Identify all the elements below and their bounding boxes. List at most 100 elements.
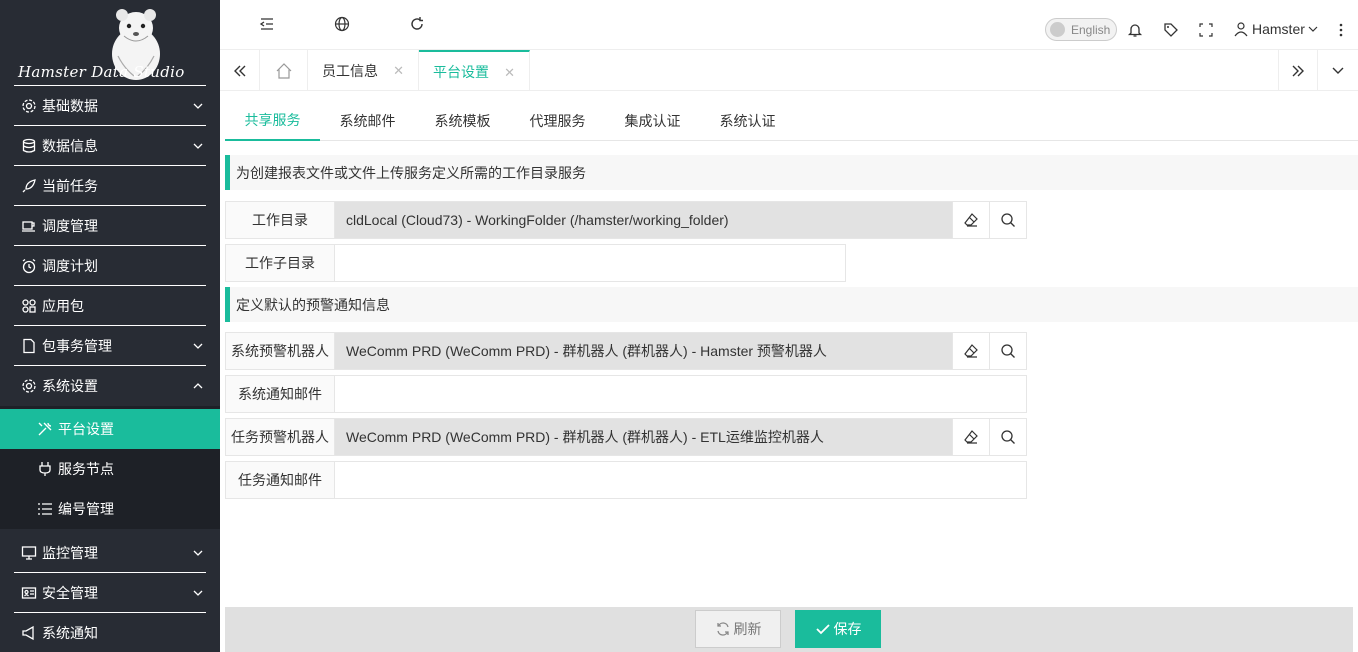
task-robot-field[interactable]: WeComm PRD (WeComm PRD) - 群机器人 (群机器人) - … bbox=[335, 418, 953, 456]
system-settings-submenu: 平台设置 服务节点 编号管理 bbox=[0, 406, 220, 529]
sidebar-item-current-tasks[interactable]: 当前任务 bbox=[0, 166, 220, 206]
sidebar-item-app-package[interactable]: 应用包 bbox=[0, 286, 220, 326]
double-chevron-left-icon bbox=[233, 65, 245, 76]
subtab-system-templates[interactable]: 系统模板 bbox=[415, 100, 510, 141]
bell-icon[interactable] bbox=[1126, 21, 1144, 39]
save-label: 保存 bbox=[833, 621, 862, 637]
workdir-search-button[interactable] bbox=[990, 201, 1027, 239]
form-row-task-mail: 任务通知邮件 bbox=[225, 461, 1027, 499]
task-robot-label: 任务预警机器人 bbox=[225, 418, 335, 456]
more-vertical-icon[interactable] bbox=[1332, 21, 1350, 39]
apps-icon bbox=[20, 297, 38, 315]
sidebar-item-monitoring[interactable]: 监控管理 bbox=[0, 533, 220, 573]
form-row-sys-mail: 系统通知邮件 bbox=[225, 375, 1027, 413]
sidebar-item-label: 平台设置 bbox=[58, 421, 114, 437]
eraser-icon bbox=[964, 213, 978, 227]
sys-mail-label: 系统通知邮件 bbox=[225, 375, 335, 413]
refresh-icon[interactable] bbox=[408, 15, 426, 33]
sidebar-item-scheduling[interactable]: 调度管理 bbox=[0, 206, 220, 246]
alarm-clock-icon bbox=[20, 257, 38, 275]
sidebar-item-package-transactions[interactable]: 包事务管理 bbox=[0, 326, 220, 366]
sidebar-item-data-info[interactable]: 数据信息 bbox=[0, 126, 220, 166]
language-toggle[interactable]: English bbox=[1045, 18, 1117, 41]
double-chevron-right-icon bbox=[1292, 65, 1304, 76]
close-icon[interactable]: ✕ bbox=[504, 65, 515, 81]
menu-fold-icon[interactable] bbox=[258, 15, 276, 33]
tab-platform-settings[interactable]: 平台设置 ✕ bbox=[419, 50, 530, 91]
tab-employee-info[interactable]: 员工信息 ✕ bbox=[308, 50, 419, 91]
refresh-button[interactable]: 刷新 bbox=[695, 610, 781, 648]
task-mail-input[interactable] bbox=[335, 461, 1027, 499]
id-card-icon bbox=[20, 584, 38, 602]
subtab-integrated-auth[interactable]: 集成认证 bbox=[605, 100, 700, 141]
chevron-down-icon bbox=[1308, 26, 1318, 32]
fullscreen-icon[interactable] bbox=[1197, 21, 1215, 39]
brand-logo[interactable]: Hamster Data Studio bbox=[14, 0, 206, 86]
sidebar-item-notifications[interactable]: 系统通知 bbox=[0, 613, 220, 652]
save-button[interactable]: 保存 bbox=[795, 610, 881, 648]
subtab-proxy-services[interactable]: 代理服务 bbox=[510, 100, 605, 141]
sidebar-item-platform-settings[interactable]: 平台设置 bbox=[0, 409, 220, 449]
chevron-down-icon bbox=[193, 103, 203, 109]
home-tab[interactable] bbox=[260, 50, 308, 91]
settings-subtabs: 共享服务 系统邮件 系统模板 代理服务 集成认证 系统认证 bbox=[225, 100, 1358, 141]
scroll-left-button[interactable] bbox=[220, 50, 260, 91]
sys-mail-input[interactable] bbox=[335, 375, 1027, 413]
scroll-right-button[interactable] bbox=[1278, 50, 1318, 91]
gear-icon bbox=[20, 97, 38, 115]
refresh-label: 刷新 bbox=[733, 621, 762, 637]
form-footer: 刷新 保存 bbox=[225, 607, 1353, 652]
workdir-clear-button[interactable] bbox=[953, 201, 990, 239]
task-robot-search-button[interactable] bbox=[990, 418, 1027, 456]
sidebar-item-label: 监控管理 bbox=[42, 545, 98, 561]
eraser-icon bbox=[964, 344, 978, 358]
sidebar-item-label: 当前任务 bbox=[42, 178, 98, 194]
sys-robot-search-button[interactable] bbox=[990, 332, 1027, 370]
gear-icon bbox=[20, 377, 38, 395]
sidebar-item-number-management[interactable]: 编号管理 bbox=[0, 489, 220, 529]
sidebar-item-service-nodes[interactable]: 服务节点 bbox=[0, 449, 220, 489]
sidebar-item-label: 安全管理 bbox=[42, 585, 98, 601]
sidebar-item-label: 系统设置 bbox=[42, 378, 98, 394]
search-icon bbox=[1001, 344, 1015, 358]
top-bar: English Hamster bbox=[220, 0, 1358, 50]
sidebar-item-label: 应用包 bbox=[42, 298, 84, 314]
sys-robot-field[interactable]: WeComm PRD (WeComm PRD) - 群机器人 (群机器人) - … bbox=[335, 332, 953, 370]
username: Hamster bbox=[1252, 21, 1305, 37]
section-alert-header: 定义默认的预警通知信息 bbox=[225, 287, 1358, 322]
chevron-down-icon bbox=[193, 143, 203, 149]
sidebar-item-schedule-plan[interactable]: 调度计划 bbox=[0, 246, 220, 286]
chevron-down-icon bbox=[193, 550, 203, 556]
sidebar-item-label: 数据信息 bbox=[42, 138, 98, 154]
task-robot-clear-button[interactable] bbox=[953, 418, 990, 456]
tag-icon[interactable] bbox=[1162, 21, 1180, 39]
subdir-input[interactable] bbox=[335, 244, 846, 282]
sidebar-item-label: 服务节点 bbox=[58, 461, 114, 477]
subdir-label: 工作子目录 bbox=[225, 244, 335, 282]
user-icon bbox=[1234, 22, 1248, 37]
user-menu[interactable]: Hamster bbox=[1233, 21, 1319, 37]
task-mail-label: 任务通知邮件 bbox=[225, 461, 335, 499]
check-icon bbox=[815, 624, 830, 635]
sidebar-item-label: 包事务管理 bbox=[42, 338, 112, 354]
sidebar-item-security[interactable]: 安全管理 bbox=[0, 573, 220, 613]
subtab-shared-services[interactable]: 共享服务 bbox=[225, 100, 320, 141]
globe-icon[interactable] bbox=[333, 15, 351, 33]
home-icon bbox=[276, 62, 291, 79]
close-icon[interactable]: ✕ bbox=[393, 63, 404, 79]
monitor-icon bbox=[20, 544, 38, 562]
workdir-field[interactable]: cldLocal (Cloud73) - WorkingFolder (/ham… bbox=[335, 201, 953, 239]
sidebar-item-label: 调度计划 bbox=[42, 258, 98, 274]
tab-options-dropdown[interactable] bbox=[1318, 50, 1358, 91]
subtab-system-mail[interactable]: 系统邮件 bbox=[320, 100, 415, 141]
sidebar-item-label: 系统通知 bbox=[42, 625, 98, 641]
sidebar-item-basic-data[interactable]: 基础数据 bbox=[0, 86, 220, 126]
subtab-system-auth[interactable]: 系统认证 bbox=[700, 100, 795, 141]
database-icon bbox=[20, 137, 38, 155]
sys-robot-clear-button[interactable] bbox=[953, 332, 990, 370]
form-row-task-robot: 任务预警机器人 WeComm PRD (WeComm PRD) - 群机器人 (… bbox=[225, 418, 1027, 456]
sidebar-item-system-settings[interactable]: 系统设置 bbox=[0, 366, 220, 406]
coffee-icon bbox=[20, 217, 38, 235]
chevron-down-icon bbox=[1332, 67, 1344, 74]
form-row-subdir: 工作子目录 bbox=[225, 244, 846, 282]
